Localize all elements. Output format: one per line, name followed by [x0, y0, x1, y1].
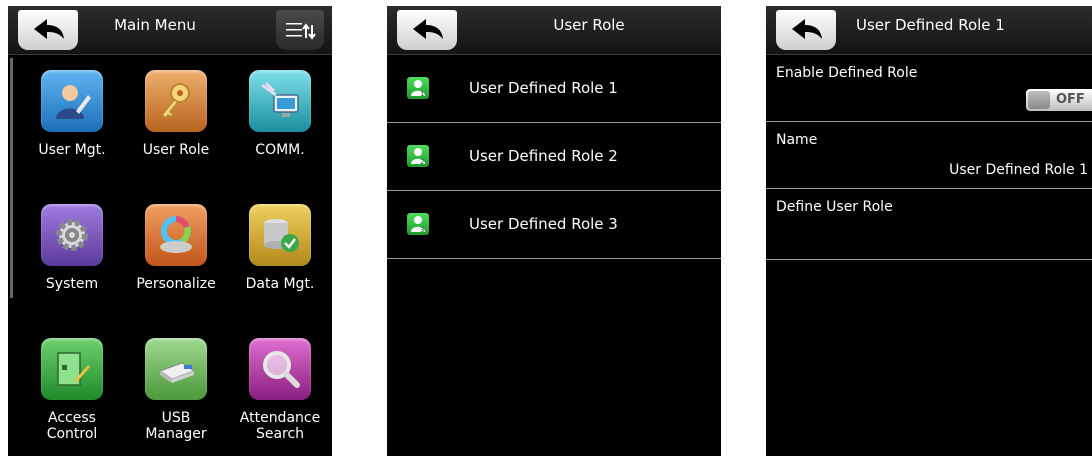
menu-item-label: Personalize: [136, 276, 216, 292]
key-icon: [145, 70, 207, 132]
list-item-role-2[interactable]: 2 User Defined Role 2: [387, 123, 721, 191]
role-2-icon: 2: [407, 145, 429, 167]
menu-item-personalize[interactable]: Personalize: [126, 204, 226, 292]
user-role-titlebar: User Role: [387, 6, 721, 55]
menu-item-label: User Role: [142, 142, 210, 158]
back-button[interactable]: [397, 10, 457, 50]
sort-button[interactable]: [276, 10, 324, 50]
database-icon: [249, 204, 311, 266]
menu-item-access-control[interactable]: Access Control: [22, 338, 122, 442]
back-button[interactable]: [18, 10, 78, 50]
page-title: Main Menu: [114, 16, 196, 34]
personalize-icon: [145, 204, 207, 266]
name-setting[interactable]: Name User Defined Role 1: [766, 122, 1092, 189]
toggle-knob: [1028, 91, 1050, 109]
list-item-label: User Defined Role 1: [469, 79, 618, 97]
name-label: Name: [776, 132, 818, 148]
menu-item-usb-manager[interactable]: USB Manager: [126, 338, 226, 442]
svg-text:1: 1: [420, 90, 424, 97]
page-title: User Defined Role 1: [856, 16, 1005, 34]
role-detail-titlebar: User Defined Role 1: [766, 6, 1092, 55]
svg-text:3: 3: [420, 226, 424, 233]
role-3-icon: 3: [407, 213, 429, 235]
main-menu-titlebar: Main Menu: [8, 6, 332, 55]
list-item-role-1[interactable]: 1 User Defined Role 1: [387, 55, 721, 123]
scrollbar[interactable]: [10, 58, 13, 298]
name-value: User Defined Role 1: [949, 162, 1088, 178]
magnifier-icon: [249, 338, 311, 400]
role-detail-screen: User Defined Role 1 Enable Defined Role …: [766, 6, 1092, 456]
svg-text:2: 2: [420, 158, 424, 165]
list-item-role-3[interactable]: 3 User Defined Role 3: [387, 191, 721, 259]
menu-item-data-mgt[interactable]: Data Mgt.: [230, 204, 330, 292]
menu-item-attendance-search[interactable]: Attendance Search: [230, 338, 330, 442]
toggle-state-text: OFF: [1056, 92, 1085, 107]
sort-icon: [286, 23, 316, 40]
page-title: User Role: [553, 16, 625, 34]
menu-item-label: System: [45, 276, 99, 292]
menu-item-label: USB Manager: [145, 410, 207, 442]
access-control-icon: [41, 338, 103, 400]
user-mgt-icon: [41, 70, 103, 132]
menu-item-label: Access Control: [46, 410, 98, 442]
user-role-screen: User Role 1 User Defined Role 1 2 User D…: [387, 6, 721, 456]
enable-role-setting[interactable]: Enable Defined Role OFF: [766, 55, 1092, 122]
list-item-label: User Defined Role 2: [469, 147, 618, 165]
usb-icon: [145, 338, 207, 400]
back-arrow-icon: [34, 19, 64, 39]
menu-item-comm[interactable]: COMM.: [230, 70, 330, 158]
stage: Main Menu User Mgt. User Role COMM. Syst…: [0, 0, 1092, 456]
menu-item-user-mgt[interactable]: User Mgt.: [22, 70, 122, 158]
back-arrow-icon: [792, 19, 822, 39]
menu-item-label: Data Mgt.: [245, 276, 315, 292]
menu-item-user-role[interactable]: User Role: [126, 70, 226, 158]
comm-icon: [249, 70, 311, 132]
back-arrow-icon: [413, 19, 443, 39]
enable-role-toggle[interactable]: OFF: [1026, 89, 1092, 111]
menu-item-label: COMM.: [255, 142, 305, 158]
role-1-icon: 1: [407, 77, 429, 99]
list-item-label: User Defined Role 3: [469, 215, 618, 233]
define-user-role-setting[interactable]: Define User Role: [766, 189, 1092, 260]
main-menu-screen: Main Menu User Mgt. User Role COMM. Syst…: [8, 6, 332, 456]
gear-icon: [41, 204, 103, 266]
back-button[interactable]: [776, 10, 836, 50]
menu-item-label: Attendance Search: [239, 410, 321, 442]
define-user-role-label: Define User Role: [776, 199, 893, 215]
menu-item-system[interactable]: System: [22, 204, 122, 292]
menu-item-label: User Mgt.: [38, 142, 106, 158]
enable-role-label: Enable Defined Role: [776, 65, 918, 81]
